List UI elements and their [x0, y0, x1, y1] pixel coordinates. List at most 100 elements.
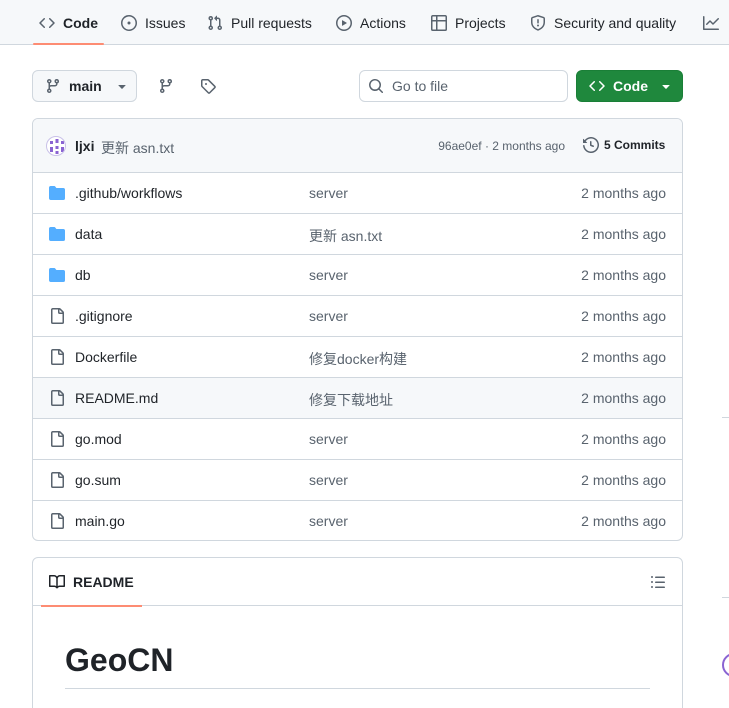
tag-icon — [201, 79, 216, 94]
graph-icon — [703, 15, 719, 30]
file-name-link[interactable]: db — [75, 267, 91, 283]
file-updated-time: 2 months ago — [581, 185, 666, 201]
file-row[interactable]: .gitignore server 2 months ago — [33, 296, 682, 337]
file-updated-time: 2 months ago — [581, 472, 666, 488]
file-browser: ljxi 更新 asn.txt 96ae0ef · 2 months ago 5… — [32, 118, 683, 541]
sidebar-divider — [722, 417, 729, 418]
commit-sha-time[interactable]: 96ae0ef · 2 months ago — [438, 139, 565, 153]
latest-commit-bar: ljxi 更新 asn.txt 96ae0ef · 2 months ago 5… — [33, 119, 682, 173]
commits-count-label: 5 Commits — [604, 138, 666, 152]
tab-pull-requests[interactable]: Pull requests — [207, 0, 312, 45]
tab-issues[interactable]: Issues — [121, 0, 185, 45]
go-to-file-search[interactable] — [359, 70, 568, 102]
book-icon — [49, 574, 65, 589]
file-commit-message-link[interactable]: server — [309, 513, 348, 529]
heading-divider — [65, 688, 650, 689]
folder-icon — [49, 227, 65, 241]
file-row[interactable]: main.go server 2 months ago — [33, 501, 682, 540]
tags-button[interactable] — [192, 70, 224, 102]
file-updated-time: 2 months ago — [581, 390, 666, 406]
code-icon — [589, 80, 605, 92]
file-updated-time: 2 months ago — [581, 226, 666, 242]
commit-author-link[interactable]: ljxi — [75, 138, 94, 154]
file-name-link[interactable]: main.go — [75, 513, 125, 529]
file-commit-message-link[interactable]: 修复下载地址 — [309, 390, 393, 410]
file-row[interactable]: db server 2 months ago — [33, 255, 682, 296]
file-commit-message-link[interactable]: server — [309, 185, 348, 201]
file-row[interactable]: go.mod server 2 months ago — [33, 419, 682, 460]
file-icon — [51, 390, 64, 406]
tab-actions[interactable]: Actions — [336, 0, 406, 45]
file-icon — [51, 349, 64, 365]
folder-icon — [49, 186, 65, 200]
file-icon — [51, 513, 64, 529]
git-pull-request-icon — [208, 15, 223, 30]
readme-tab[interactable]: README — [41, 558, 142, 607]
triangle-down-icon — [118, 85, 126, 89]
file-commit-message-link[interactable]: server — [309, 431, 348, 447]
file-name-link[interactable]: .gitignore — [75, 308, 133, 324]
file-name-link[interactable]: Dockerfile — [75, 349, 137, 365]
about-sidebar — [718, 45, 729, 708]
file-list: .github/workflows server 2 months ago data 更… — [33, 173, 682, 540]
tab-code[interactable]: Code — [33, 0, 104, 45]
code-dropdown-button[interactable]: Code — [576, 70, 683, 102]
file-commit-message-link[interactable]: server — [309, 472, 348, 488]
file-name-link[interactable]: README.md — [75, 390, 158, 406]
branch-name: main — [69, 78, 102, 94]
folder-icon — [49, 268, 65, 282]
commit-message-link[interactable]: 更新 asn.txt — [101, 138, 174, 158]
readme-panel: README GeoCN — [32, 557, 683, 708]
file-row[interactable]: .github/workflows server 2 months ago — [33, 173, 682, 214]
file-commit-message-link[interactable]: 修复docker构建 — [309, 349, 407, 369]
tab-projects-label: Projects — [455, 14, 506, 31]
tab-security[interactable]: Security and quality — [530, 0, 676, 45]
shield-icon — [531, 14, 545, 31]
file-updated-time: 2 months ago — [581, 267, 666, 283]
contributor-avatar[interactable] — [722, 653, 729, 677]
git-branch-icon — [46, 79, 59, 94]
readme-header: README — [33, 558, 682, 607]
search-icon — [369, 79, 384, 94]
file-name-link[interactable]: go.sum — [75, 472, 121, 488]
go-to-file-input[interactable] — [392, 78, 552, 94]
git-branch-icon — [159, 79, 172, 94]
issue-opened-icon — [121, 14, 137, 31]
branches-button[interactable] — [150, 70, 182, 102]
file-name-link[interactable]: .github/workflows — [75, 185, 182, 201]
avatar[interactable] — [46, 136, 66, 156]
readme-heading: GeoCN — [65, 642, 174, 678]
table-icon — [431, 14, 447, 31]
file-updated-time: 2 months ago — [581, 513, 666, 529]
code-button-label: Code — [613, 78, 648, 94]
repo-tab-nav: Code Issues Pull requests Actions Projec… — [0, 0, 729, 45]
tab-insights[interactable] — [703, 0, 719, 45]
tab-projects[interactable]: Projects — [431, 0, 506, 45]
file-commit-message-link[interactable]: 更新 asn.txt — [309, 226, 382, 246]
sidebar-divider — [722, 597, 729, 598]
readme-tab-label: README — [73, 574, 134, 590]
file-row[interactable]: data 更新 asn.txt 2 months ago — [33, 214, 682, 255]
file-updated-time: 2 months ago — [581, 431, 666, 447]
history-icon — [583, 137, 599, 153]
file-row[interactable]: Dockerfile 修复docker构建 2 months ago — [33, 337, 682, 378]
file-commit-message-link[interactable]: server — [309, 267, 348, 283]
list-unordered-icon[interactable] — [650, 574, 666, 590]
code-icon — [39, 17, 55, 28]
tab-security-label: Security and quality — [554, 14, 677, 31]
file-icon — [51, 308, 64, 324]
file-icon — [51, 431, 64, 447]
file-name-link[interactable]: go.mod — [75, 431, 122, 447]
tab-issues-label: Issues — [145, 14, 186, 31]
file-row[interactable]: README.md 修复下载地址 2 months ago — [33, 378, 682, 419]
file-row[interactable]: go.sum server 2 months ago — [33, 460, 682, 501]
file-name-link[interactable]: data — [75, 226, 102, 242]
commits-history-link[interactable]: 5 Commits — [583, 137, 665, 153]
file-updated-time: 2 months ago — [581, 308, 666, 324]
branch-select-button[interactable]: main — [32, 70, 137, 102]
file-updated-time: 2 months ago — [581, 349, 666, 365]
tab-actions-label: Actions — [360, 14, 406, 31]
tab-code-label: Code — [63, 14, 98, 31]
file-commit-message-link[interactable]: server — [309, 308, 348, 324]
play-icon — [336, 14, 352, 31]
